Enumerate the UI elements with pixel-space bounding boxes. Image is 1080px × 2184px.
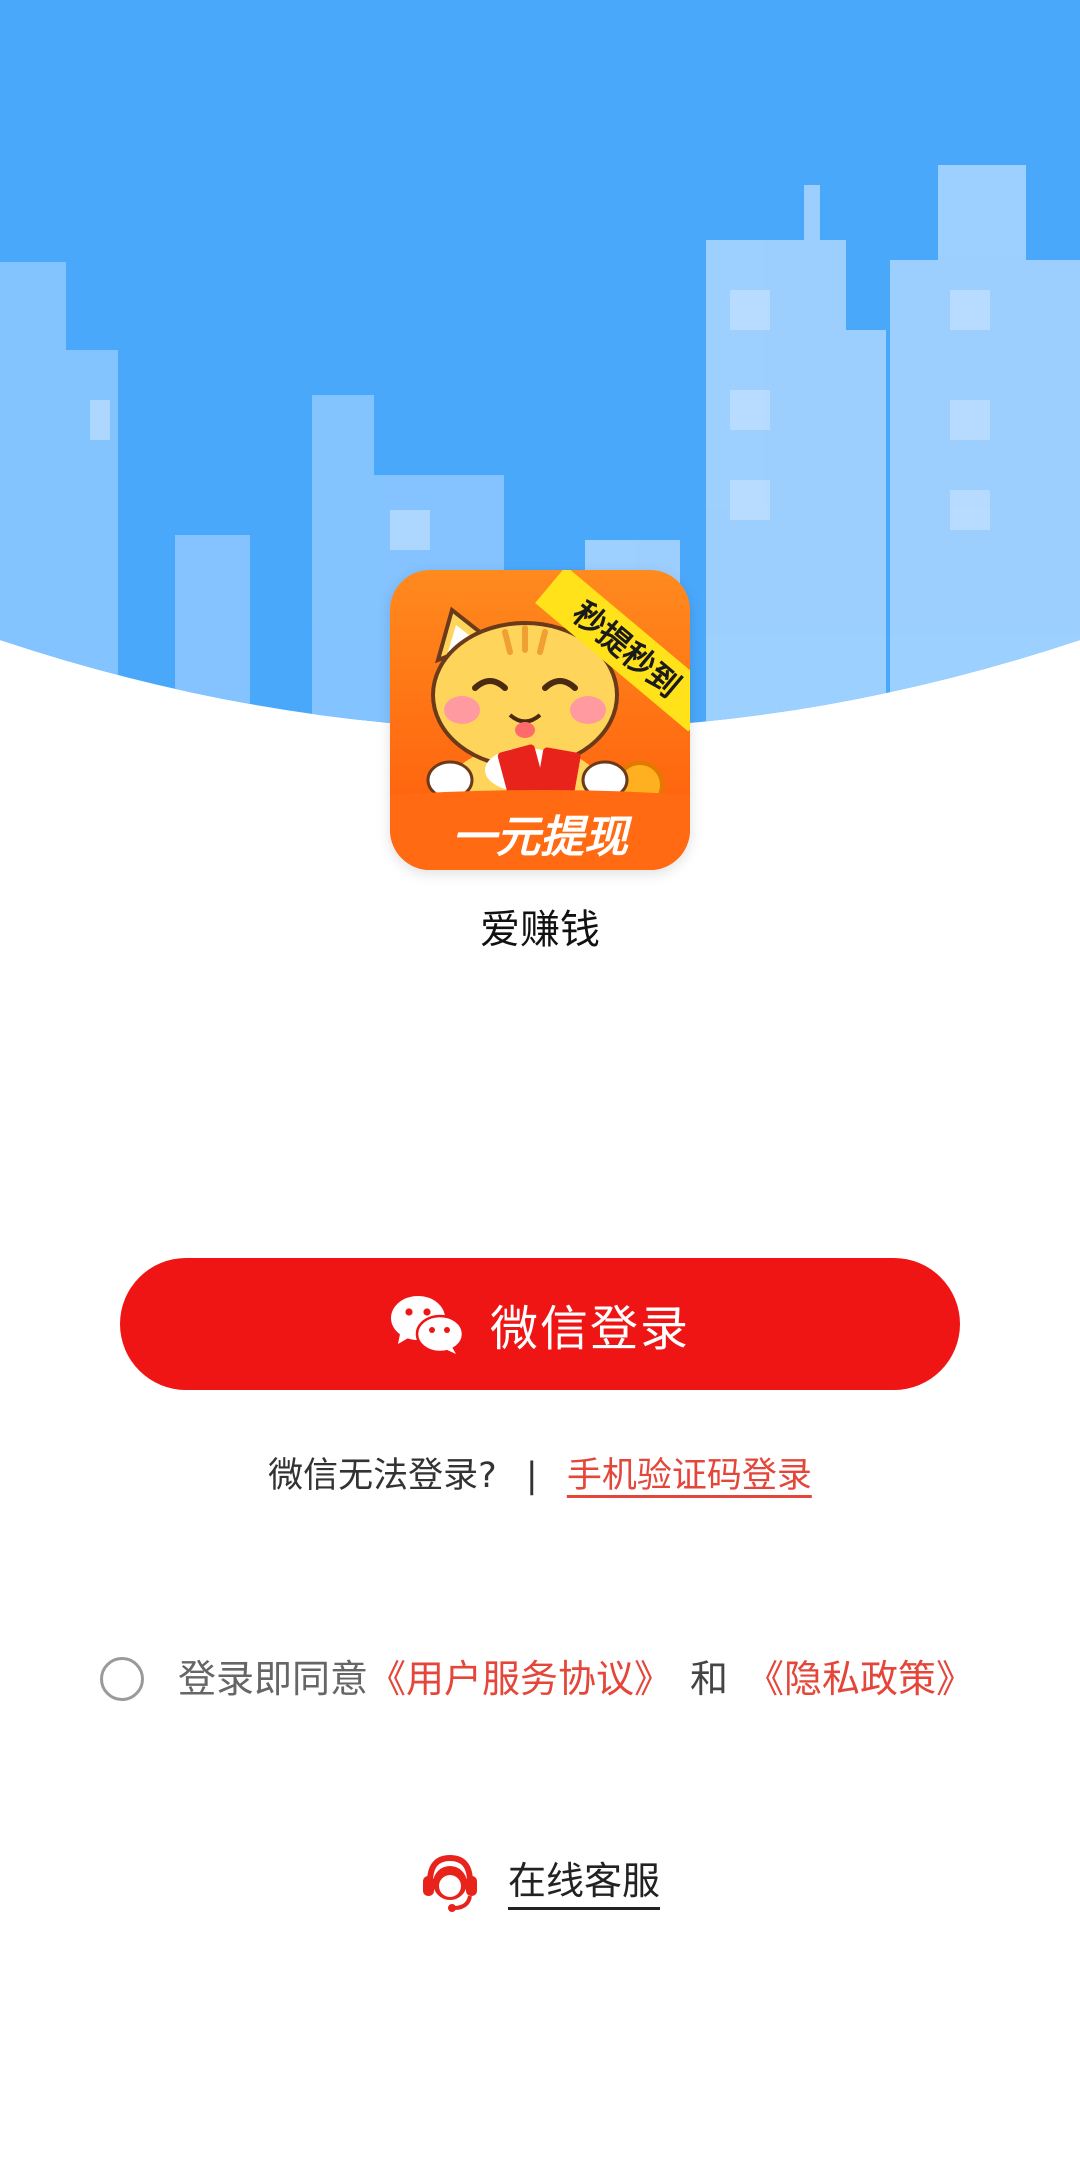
wechat-login-label: 微信登录 <box>489 1301 690 1357</box>
icon-banner-text: 一元提现 <box>452 812 633 863</box>
agreement-prefix: 登录即同意 <box>178 1657 369 1701</box>
alt-login-prompt: 微信无法登录? <box>268 1456 497 1496</box>
agreement-checkbox[interactable] <box>100 1657 144 1701</box>
user-agreement-link[interactable]: 《用户服务协议》 <box>368 1652 672 1706</box>
alt-login-separator: | <box>525 1456 538 1496</box>
privacy-policy-link[interactable]: 《隐私政策》 <box>746 1652 974 1706</box>
online-support-label: 在线客服 <box>507 1857 660 1910</box>
online-support[interactable]: 在线客服 <box>0 1852 1080 1914</box>
customer-service-icon <box>422 1854 477 1912</box>
app-name: 爱赚钱 <box>480 907 600 953</box>
agreement-row: 登录即同意 《用户服务协议》 和 《隐私政策》 <box>100 1652 974 1706</box>
alt-login-row: 微信无法登录? | 手机验证码登录 <box>0 1450 1080 1502</box>
agreement-conjunction: 和 <box>690 1657 729 1701</box>
wechat-login-button[interactable]: 微信登录 <box>120 1258 960 1390</box>
app-icon: 秒提秒到 一元提现 <box>390 570 690 870</box>
wechat-icon <box>390 1296 464 1354</box>
phone-login-link[interactable]: 手机验证码登录 <box>567 1456 812 1496</box>
